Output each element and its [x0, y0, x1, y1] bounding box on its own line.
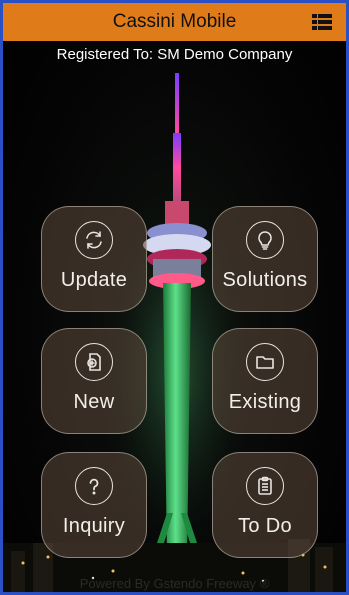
todo-label: To Do: [238, 515, 292, 537]
inquiry-label: Inquiry: [62, 515, 126, 537]
new-document-icon: [75, 343, 113, 381]
refresh-icon: [75, 221, 113, 259]
inquiry-button[interactable]: Inquiry: [41, 452, 147, 558]
existing-label: Existing: [228, 391, 302, 413]
new-button[interactable]: New: [41, 328, 147, 434]
update-button[interactable]: Update: [41, 206, 147, 312]
question-icon: [75, 467, 113, 505]
list-menu-icon[interactable]: [312, 14, 332, 30]
clipboard-icon: [246, 467, 284, 505]
solutions-button[interactable]: Solutions: [212, 206, 318, 312]
app-title: Cassini Mobile: [112, 11, 237, 32]
todo-button[interactable]: To Do: [212, 452, 318, 558]
powered-by-footer: Powered By Gstendo Freeway ®: [79, 576, 270, 591]
new-label: New: [73, 391, 115, 413]
solutions-label: Solutions: [222, 269, 308, 291]
lightbulb-icon: [246, 221, 284, 259]
existing-button[interactable]: Existing: [212, 328, 318, 434]
registered-to-label: Registered To: SM Demo Company: [56, 46, 293, 63]
update-label: Update: [60, 269, 128, 291]
folder-icon: [246, 343, 284, 381]
app-screen: Cassini Mobile Registered To: SM Demo Co…: [0, 0, 349, 595]
app-header: Cassini Mobile: [3, 3, 346, 41]
